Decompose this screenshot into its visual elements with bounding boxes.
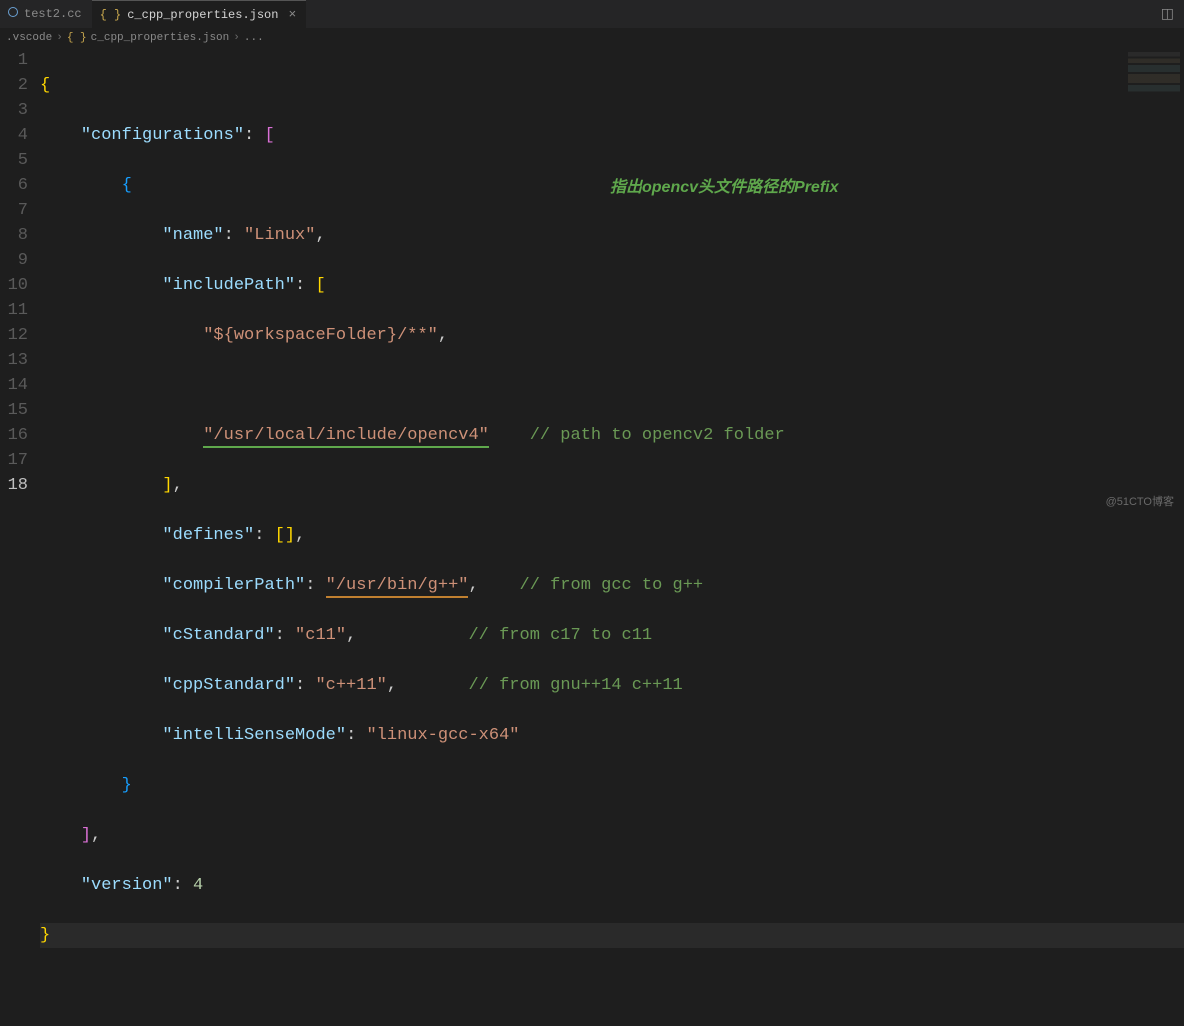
breadcrumb-more: ... <box>244 32 264 44</box>
tab-test2[interactable]: test2.cc <box>0 0 92 28</box>
breadcrumb-folder: .vscode <box>6 32 52 44</box>
breadcrumb[interactable]: .vscode › { } c_cpp_properties.json › ..… <box>0 28 1184 48</box>
watermark: @51CTO博客 <box>1106 493 1174 509</box>
json-file-icon: { } <box>100 8 122 22</box>
line-numbers: 1 2 3 4 5 6 7 8 9 10 11 12 13 14 15 16 1… <box>0 48 40 1026</box>
breadcrumb-file: c_cpp_properties.json <box>91 32 230 44</box>
annotation-opencv-prefix: 指出opencv头文件路径的Prefix <box>610 175 839 200</box>
c-file-icon <box>8 7 18 21</box>
minimap[interactable] <box>1128 52 1180 96</box>
tab-label: test2.cc <box>24 7 82 21</box>
json-file-icon: { } <box>67 32 87 44</box>
chevron-right-icon: › <box>233 32 240 44</box>
code-editor[interactable]: 1 2 3 4 5 6 7 8 9 10 11 12 13 14 15 16 1… <box>0 48 1184 1026</box>
tab-label: c_cpp_properties.json <box>127 8 278 22</box>
code-content[interactable]: { "configurations": [ { "name": "Linux",… <box>40 48 1184 1026</box>
close-icon[interactable]: × <box>288 7 296 22</box>
split-editor-icon[interactable]: ◫ <box>1161 6 1174 23</box>
tab-bar: test2.cc { } c_cpp_properties.json × ◫ <box>0 0 1184 28</box>
chevron-right-icon: › <box>56 32 63 44</box>
tab-c-cpp-properties[interactable]: { } c_cpp_properties.json × <box>92 0 307 28</box>
